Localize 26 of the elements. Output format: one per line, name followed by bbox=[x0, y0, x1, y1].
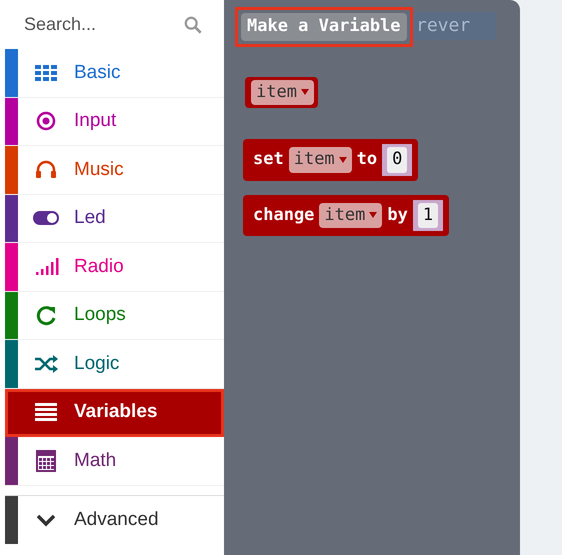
category-item[interactable]: Radio bbox=[5, 243, 224, 292]
category-item[interactable]: Basic bbox=[5, 49, 224, 98]
lines-icon bbox=[32, 401, 60, 424]
variable-dropdown[interactable]: item bbox=[251, 80, 314, 105]
category-item[interactable]: Led bbox=[5, 194, 224, 243]
statement-block[interactable]: set item to 0 bbox=[243, 139, 418, 180]
caret-icon bbox=[300, 89, 309, 96]
shuffle-icon bbox=[32, 352, 60, 375]
caret-icon bbox=[338, 156, 347, 163]
background-block: rever bbox=[408, 12, 496, 40]
make-variable-button[interactable]: Make a Variable bbox=[241, 13, 407, 40]
statement-block[interactable]: change item by 1 bbox=[243, 194, 450, 236]
search-icon[interactable] bbox=[184, 16, 202, 34]
search-field[interactable]: Search... bbox=[24, 11, 184, 38]
number-field[interactable]: 0 bbox=[387, 147, 408, 172]
category-item[interactable]: Loops bbox=[5, 292, 224, 340]
variable-dropdown[interactable]: item bbox=[288, 147, 352, 172]
variable-dropdown[interactable]: item bbox=[319, 202, 382, 228]
caret-icon bbox=[369, 212, 378, 218]
category-item[interactable]: Math bbox=[5, 437, 224, 486]
number-field[interactable]: 1 bbox=[418, 202, 438, 228]
advanced-item[interactable]: Advanced bbox=[5, 496, 224, 544]
category-item[interactable]: Input bbox=[5, 98, 224, 146]
category-item[interactable]: Music bbox=[5, 146, 224, 194]
variable-block[interactable]: item bbox=[245, 76, 318, 108]
category-item[interactable]: Variables bbox=[5, 388, 224, 437]
